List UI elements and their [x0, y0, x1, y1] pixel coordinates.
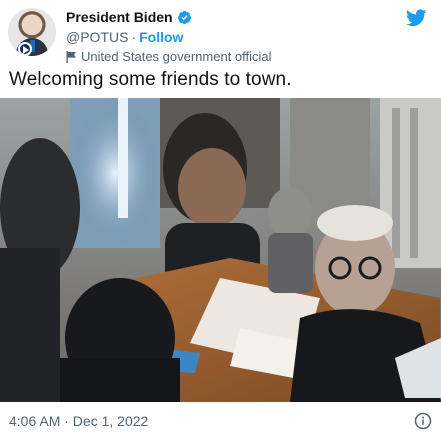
twitter-bird-icon[interactable]: [406, 9, 427, 27]
separator: ·: [131, 29, 137, 45]
tweet-timestamp[interactable]: 4:06 AM · Dec 1, 2022: [9, 413, 148, 429]
tweet-card: President Biden @POTUS · Follow United Sta…: [0, 0, 441, 441]
photo-illustration: [0, 98, 441, 402]
avatar[interactable]: [8, 8, 56, 56]
author-handle-row: @POTUS · Follow: [66, 29, 183, 45]
author-name-row[interactable]: President Biden: [66, 9, 192, 25]
author-handle[interactable]: @POTUS: [66, 29, 128, 45]
follow-button[interactable]: Follow: [139, 29, 183, 45]
flag-icon: [66, 50, 76, 63]
verified-badge-icon: [177, 10, 191, 24]
info-icon[interactable]: [414, 412, 432, 430]
account-label[interactable]: United States government official: [66, 49, 272, 64]
tweet-text: Welcoming some friends to town.: [9, 69, 292, 90]
tweet-photo[interactable]: [0, 98, 441, 402]
author-name[interactable]: President Biden: [66, 9, 173, 25]
account-label-text: United States government official: [81, 49, 272, 64]
presidential-seal-icon: [18, 42, 32, 56]
